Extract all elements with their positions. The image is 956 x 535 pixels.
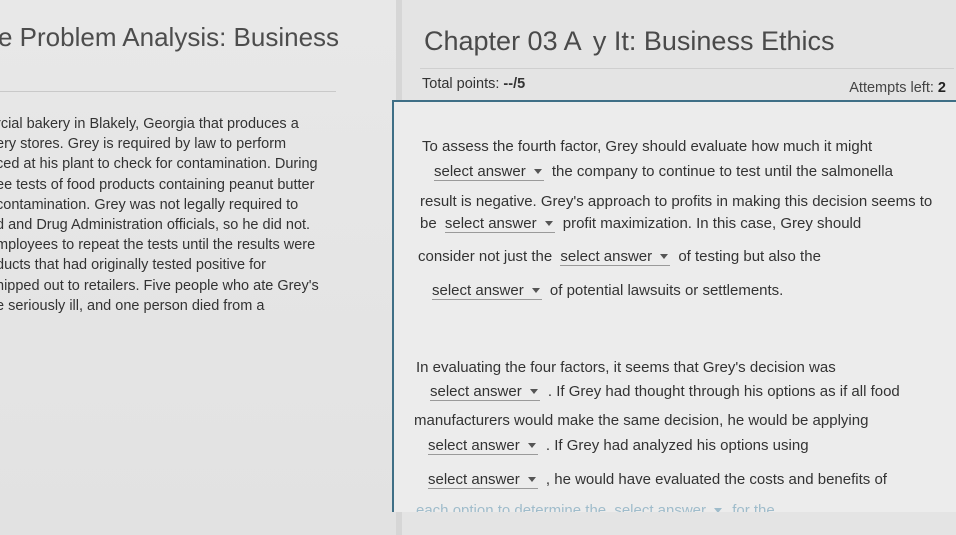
question-line: result is negative. Grey's approach to p… [420,193,932,210]
question-line: select answer , he would have evaluated … [424,471,887,489]
chevron-down-icon [529,389,538,394]
case-line: rcial bakery in Blakely, Georgia that pr… [0,116,299,132]
question-line: manufacturers would make the same decisi… [414,412,868,429]
case-line: d and Drug Administration officials, so … [0,217,311,234]
case-line: hipped out to retailers. Five people who… [0,277,319,294]
question-text: each option to determine the [416,502,607,512]
answer-dropdown-5[interactable]: select answer [430,383,540,401]
total-points: Total points: --/5 [422,76,525,92]
points-value: --/5 [503,76,526,92]
question-line: select answer of potential lawsuits or s… [428,282,783,300]
question-text: of testing but also the [678,248,821,265]
answer-dropdown-1[interactable]: select answer [434,163,544,181]
question-line: In evaluating the four factors, it seems… [416,359,836,376]
question-line: select answer . If Grey had analyzed his… [424,437,809,455]
case-line: ery stores. Grey is required by law to p… [0,136,287,153]
case-panel: e Problem Analysis: Business rcial baker… [0,0,396,535]
attempts-label: Attempts left: [849,80,934,96]
assignment-panel: Chapter 03 A y It: Business Ethics Total… [392,0,956,535]
answer-dropdown-7[interactable]: select answer [428,471,538,489]
answer-dropdown-6[interactable]: select answer [428,437,538,455]
chevron-down-icon [533,169,542,174]
chevron-down-icon [527,477,536,482]
answer-dropdown-3[interactable]: select answer [560,248,671,266]
points-label: Total points: [422,76,500,92]
assignment-title: Chapter 03 A y It: Business Ethics [424,26,835,56]
attempts-value: 2 [937,80,946,96]
chevron-down-icon [531,288,540,293]
attempts-left: Attempts left: 2 [849,80,946,96]
question-line: consider not just the select answer of t… [418,248,821,266]
question-text: manufacturers would make the same decisi… [414,412,869,429]
question-text: consider not just the [418,248,553,265]
case-text: rcial bakery in Blakely, Georgia that pr… [0,114,336,316]
question-text: the company to continue to test until th… [551,163,893,180]
question-line: select answer the company to continue to… [430,163,893,181]
case-line: ducts that had originally tested positiv… [0,257,267,274]
answer-dropdown-2[interactable]: select answer [444,215,555,233]
question-line: each option to determine the select answ… [416,502,775,512]
chevron-down-icon [714,508,723,512]
question-line: select answer . If Grey had thought thro… [426,383,900,401]
question-text: for the [732,502,775,512]
question-text: In evaluating the four factors, it seems… [416,359,836,376]
case-line: e seriously ill, and one person died fro… [0,297,265,314]
question-line: To assess the fourth factor, Grey should… [422,138,872,155]
case-title-divider [0,91,336,92]
answer-dropdown-8[interactable]: select answer [614,502,724,512]
answer-dropdown-4[interactable]: select answer [432,282,542,300]
question-box: To assess the fourth factor, Grey should… [392,100,956,512]
chevron-down-icon [544,221,553,226]
case-title: e Problem Analysis: Business [0,22,340,52]
question-text: , he would have evaluated the costs and … [545,471,887,488]
chevron-down-icon [660,254,669,259]
question-text: be [420,215,437,232]
question-text: result is negative. Grey's approach to p… [420,193,933,210]
question-line: be select answer profit maximization. In… [420,215,861,233]
question-text: of potential lawsuits or settlements. [549,282,784,299]
question-text: . If Grey had analyzed his options using [545,437,809,454]
question-text: profit maximization. In this case, Grey … [562,215,862,232]
case-line: ced at his plant to check for contaminat… [0,156,318,173]
case-line: mployees to repeat the tests until the r… [0,237,316,254]
case-line: contamination. Grey was not legally requ… [0,196,299,213]
header-divider [420,68,954,69]
case-line: ee tests of food products containing pea… [0,176,315,193]
question-text: To assess the fourth factor, Grey should… [422,138,873,155]
question-text: . If Grey had thought through his option… [547,383,900,400]
chevron-down-icon [527,443,536,448]
